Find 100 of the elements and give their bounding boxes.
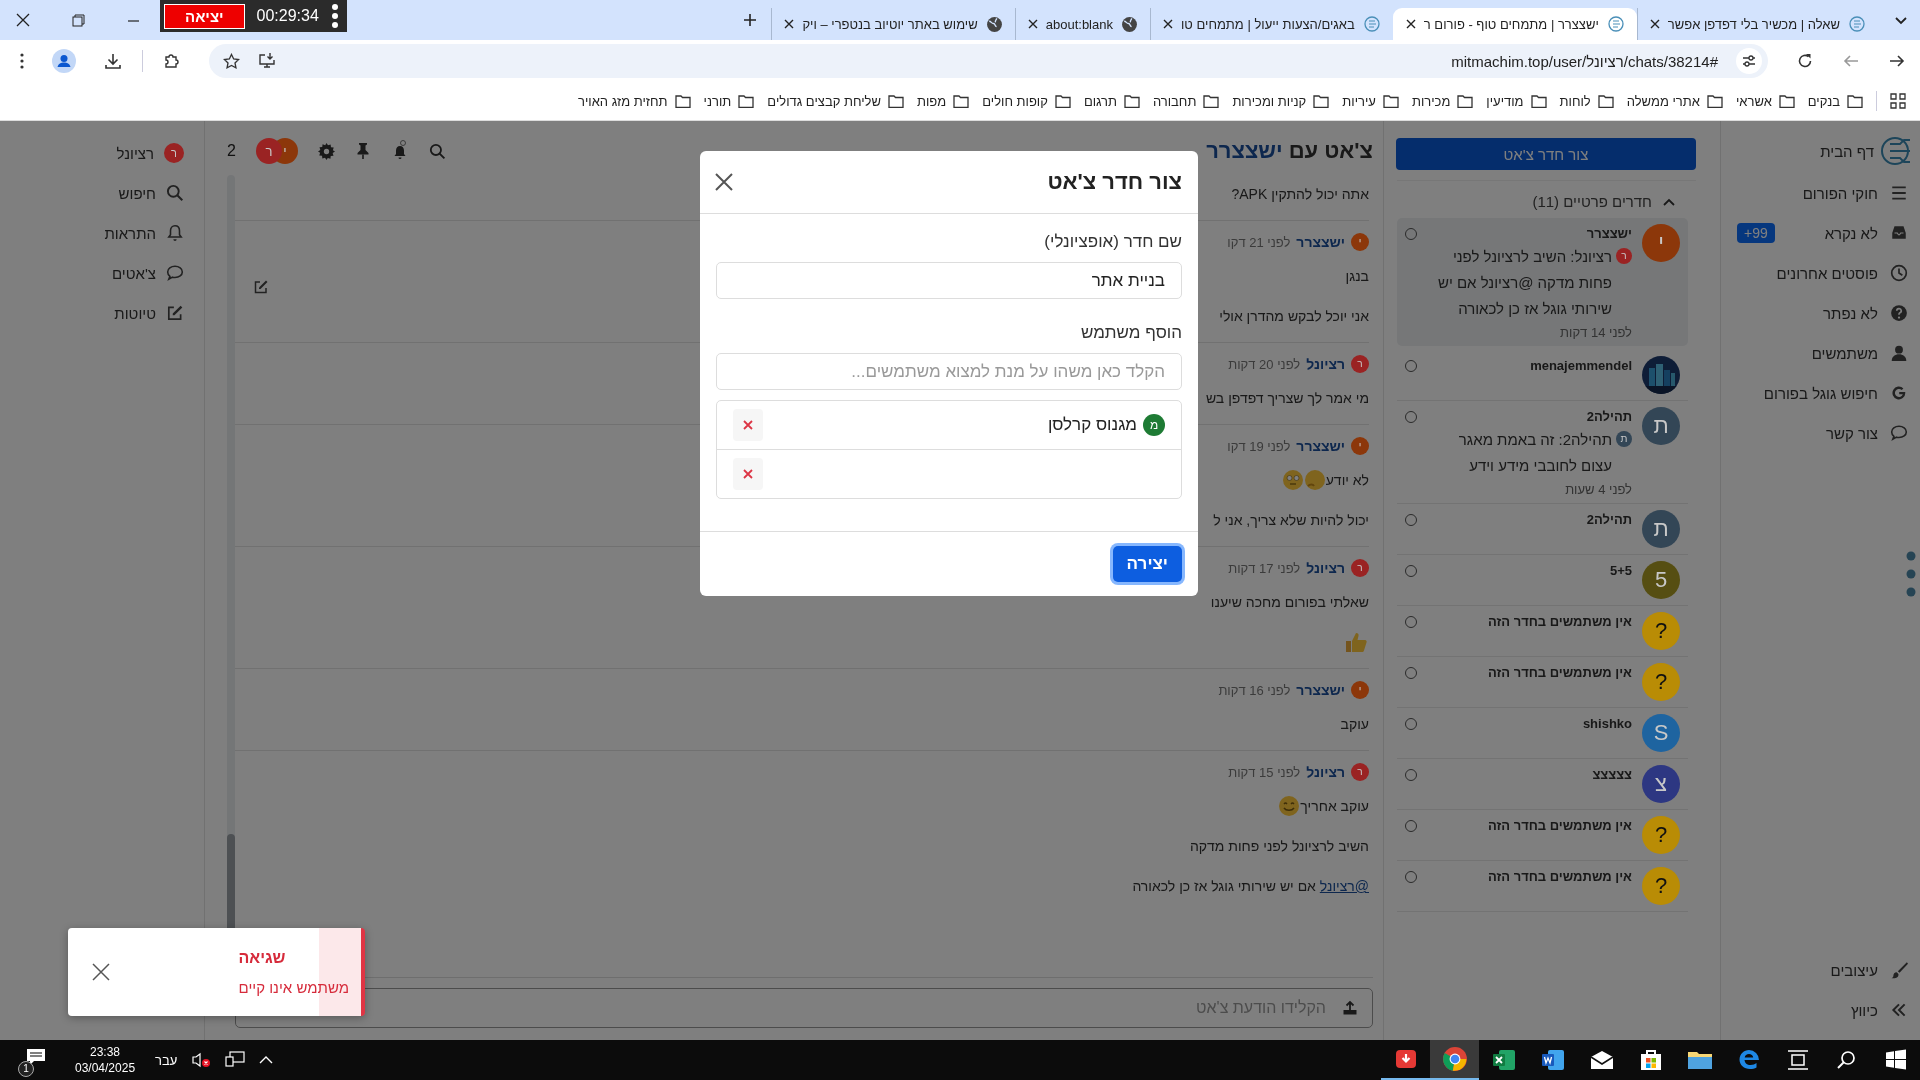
bookmark-folder[interactable]: לוחות [1559,93,1614,109]
network-icon[interactable] [225,1051,246,1069]
chat-room-item[interactable]: ת תהילה2 ת תהילה2: זה באמת מאגר עצום לחובבי מידע וידע לפני 4 שעות [1397,401,1688,504]
chat-room-item[interactable]: צ צצצצצ [1397,759,1688,810]
close-icon[interactable] [1649,19,1660,29]
apps-grid-icon[interactable] [1890,93,1906,109]
chat-room-item[interactable]: י ישצצרר ר רציונל: השיב לרציונל לפני פחות מדקה @רציונל אם יש שירותי גוגל אז כן לכאורה לפני 14 דקות [1397,218,1688,346]
nav-link[interactable]: כיווץ [1850,1001,1878,1019]
exit-button[interactable]: יציאה [164,3,245,29]
bookmark-folder[interactable]: בנקים [1807,93,1863,109]
create-room-button[interactable]: צור חדר צ'אט [1396,138,1696,170]
upload-icon[interactable] [1342,1000,1358,1016]
reload-icon[interactable] [1796,52,1814,70]
author-link[interactable]: ישצצרר [1296,438,1345,454]
nav-link[interactable]: משתמשים [1811,344,1878,362]
chevron-up-icon[interactable] [259,1055,274,1065]
nav-link[interactable]: לא נפתר [1823,304,1878,322]
nav-link[interactable]: חיפוש גוגל בפורום [1763,384,1878,402]
nav-link[interactable]: צ'אטים [111,264,156,282]
folder-icon [674,94,691,108]
install-app-icon[interactable] [258,52,276,70]
chat-room-item[interactable]: ? אין משתמשים בחדר הזה [1397,861,1688,912]
chat-room-item[interactable]: ? אין משתמשים בחדר הזה [1397,810,1688,861]
author-link[interactable]: ישצצרר [1296,234,1345,250]
nav-link[interactable]: דף הבית [1820,142,1874,160]
nav-link[interactable]: התראות [104,224,156,242]
chat-room-item[interactable]: 5+5 5 [1397,555,1688,606]
close-icon[interactable] [92,963,110,981]
bookmark-folder[interactable]: קופות חולים [982,93,1071,109]
user-link[interactable]: ישצצרר [1206,138,1283,164]
nav-link[interactable]: צור קשר [1825,424,1878,442]
bookmark-folder[interactable]: עיריות [1342,93,1399,109]
folder-icon [1382,94,1399,108]
close-icon[interactable] [714,172,734,192]
nav-link[interactable]: טיוטות [114,304,156,322]
remove-button[interactable] [733,458,763,490]
restore-icon[interactable] [72,13,85,27]
user-avatar: י [1351,437,1369,455]
remove-button[interactable] [733,409,763,441]
bookmark-folder[interactable]: מכירות [1411,93,1474,109]
close-icon[interactable] [1027,19,1038,29]
bookmark-folder[interactable]: אשראי [1735,93,1795,109]
download-icon[interactable] [104,52,122,70]
bookmark-folder[interactable]: תרגום [1083,93,1140,109]
section-title[interactable]: חדרים פרטיים (11) [1532,193,1652,210]
extensions-icon[interactable] [163,52,181,70]
nav-link[interactable]: חיפוש [118,184,156,202]
user-search-field[interactable]: הקלד כאן משהו על מנת למצוא משתמשים... [716,353,1182,390]
circuit-logo-icon [1362,15,1381,33]
site-settings-icon[interactable] [1736,48,1762,74]
message-text: אתה יכול להתקין APK? [1231,186,1369,202]
bookmark-folder[interactable]: מודיעין [1486,93,1547,109]
chat-room-item[interactable]: ? אין משתמשים בחדר הזה [1397,606,1688,657]
author-link[interactable]: רציונל [1306,764,1345,780]
profile-icon[interactable] [52,49,76,73]
volume-muted-icon[interactable] [191,1052,212,1068]
nav-link[interactable]: עיצובים [1830,961,1878,979]
bookmark-folder[interactable]: קניות ומכירות [1232,93,1330,109]
close-icon[interactable] [16,13,30,27]
bookmark-folder[interactable]: תחבורה [1152,93,1220,109]
new-tab-icon[interactable] [743,13,758,27]
message-text: @רציונל אם יש שירותי גוגל אז כן לכאורה [1132,878,1369,894]
user-link[interactable]: רציונל [116,144,154,162]
bookmark-folder[interactable]: תחזית מזג האויר [577,93,691,109]
bookmark-folder[interactable]: שליחת קבצים גדולים [767,93,904,109]
close-icon[interactable] [784,19,795,29]
address-bar[interactable]: mitmachim.top/user/רציונל/chats/38214# [209,44,1768,78]
spreadsheet-app-icon [1490,1048,1517,1072]
drag-handle-icon[interactable] [1906,551,1916,597]
bookmark-folder[interactable]: אתרי ממשלה [1626,93,1723,109]
message-text: עוקב [1340,716,1369,732]
settings-icon[interactable] [317,142,335,160]
close-icon[interactable] [1162,19,1173,29]
bookmark-folder[interactable]: מפות [917,93,970,109]
bookmark-folder[interactable]: תורני [703,93,755,109]
close-icon[interactable] [1405,19,1416,29]
star-icon[interactable] [223,52,240,70]
chat-room-item[interactable]: ת תהילה2 [1397,504,1688,555]
chat-room-item[interactable]: menajemmendel [1397,350,1688,401]
timestamp: לפני 14 דקות [1559,325,1632,340]
chat-room-item[interactable]: shishko S [1397,708,1688,759]
room-name-field[interactable]: בניית אתר [716,262,1182,299]
bell-icon [166,224,184,242]
browser-tab[interactable]: ישצצרר | מתמחים טוף - פורום ר [1392,8,1637,40]
author-link[interactable]: רציונל [1306,560,1345,576]
nav-link[interactable]: לא נקרא [1824,224,1878,242]
clock-time[interactable]: 23:38 [90,1045,121,1059]
author-link[interactable]: ישצצרר [1296,682,1345,698]
taskbar-button[interactable] [1430,1040,1479,1080]
nav-link[interactable]: פוסטים אחרונים [1776,264,1878,282]
language-indicator[interactable]: עבר [155,1052,178,1068]
mention-link[interactable]: @רציונל [1319,878,1369,894]
more-icon[interactable] [330,3,339,29]
clock-date[interactable]: 03/04/2025 [75,1061,136,1075]
create-button[interactable]: יצירה [1112,546,1182,582]
author-link[interactable]: רציונל [1306,356,1345,372]
more-icon[interactable] [20,53,24,69]
chat-room-item[interactable]: ? אין משתמשים בחדר הזה [1397,657,1688,708]
nav-link[interactable]: חוקי הפורום [1802,184,1878,202]
brush-icon [1890,961,1908,979]
